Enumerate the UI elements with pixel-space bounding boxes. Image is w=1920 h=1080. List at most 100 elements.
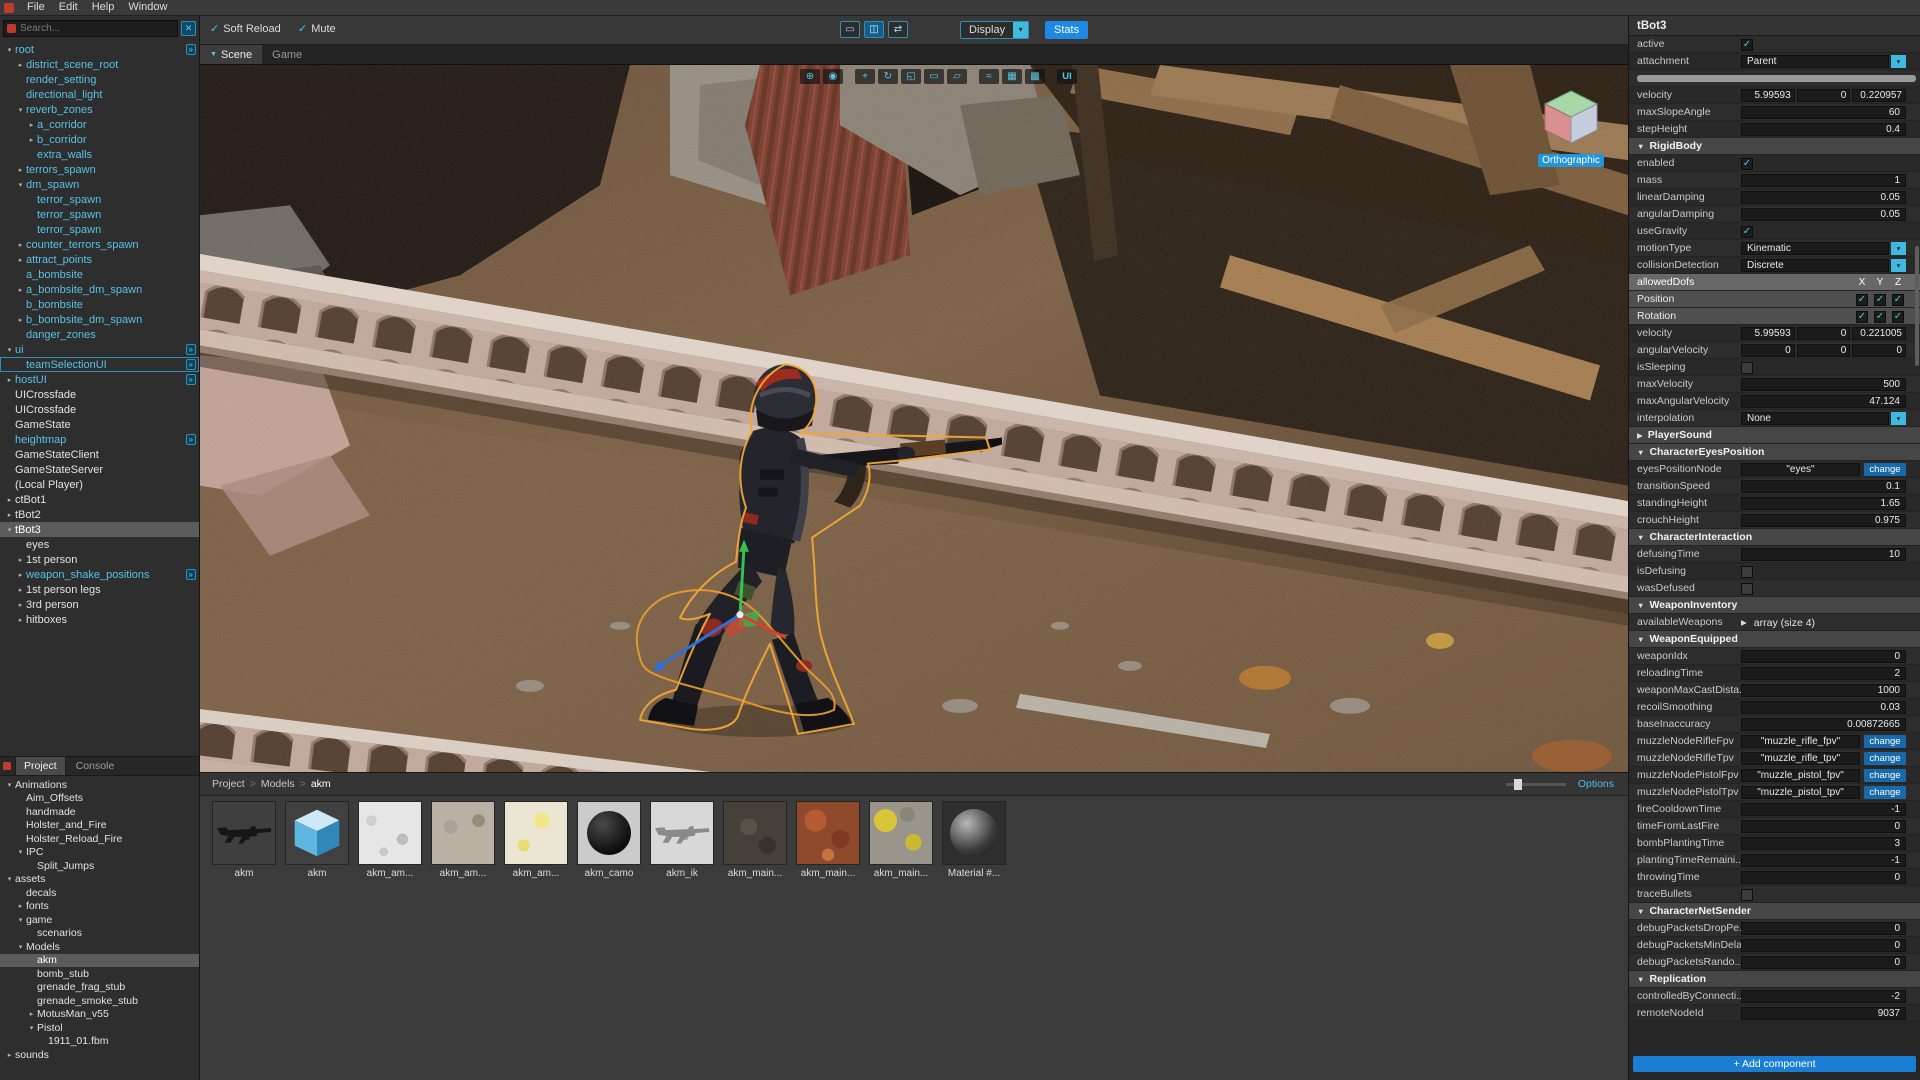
tree-item-teamselectionui[interactable]: teamSelectionUI» <box>0 357 199 372</box>
value-field[interactable]: 0.05 <box>1741 208 1906 221</box>
value-field[interactable]: 0.1 <box>1741 480 1906 493</box>
tree-item-terror-spawn[interactable]: terror_spawn <box>0 207 199 222</box>
marquee-icon[interactable]: ▱ <box>947 69 967 84</box>
breadcrumb-project[interactable]: Project <box>212 778 245 790</box>
tree-arrow-icon[interactable]: ▸ <box>15 241 26 249</box>
value-field[interactable]: 9037 <box>1741 1007 1906 1020</box>
select-value[interactable]: Discrete <box>1741 259 1889 272</box>
tree-arrow-icon[interactable]: ▸ <box>26 121 37 129</box>
value-field-y[interactable]: 0 <box>1797 344 1851 357</box>
grid-icon[interactable]: ▦ <box>1002 69 1022 84</box>
value-field-z[interactable]: 0.220957 <box>1852 89 1906 102</box>
section-header-rigidbody[interactable]: ▼RigidBody <box>1629 138 1920 155</box>
change-button[interactable]: change <box>1864 735 1906 748</box>
value-field[interactable]: 0 <box>1741 871 1906 884</box>
tree-item-tbot2[interactable]: ▸tBot2 <box>0 507 199 522</box>
tree-item-danger-zones[interactable]: danger_zones <box>0 327 199 342</box>
soft-reload-checkbox[interactable]: ✓ Soft Reload <box>210 22 281 35</box>
tree-item-a-bombsite[interactable]: a_bombsite <box>0 267 199 282</box>
value-field[interactable]: 0.05 <box>1741 191 1906 204</box>
value-field-x[interactable]: 5.99593 <box>1741 89 1795 102</box>
expand-badge-icon[interactable]: » <box>186 44 196 55</box>
string-value[interactable]: "muzzle_rifle_fpv" <box>1741 735 1860 748</box>
orientation-gizmo[interactable]: Orthographic <box>1532 87 1610 168</box>
scale-icon[interactable]: ◱ <box>901 69 921 84</box>
tree-item-hostui[interactable]: ▸hostUI» <box>0 372 199 387</box>
dof-checkbox-y[interactable]: ✓ <box>1874 294 1886 306</box>
tree-arrow-icon[interactable]: ▸ <box>15 166 26 174</box>
select-value[interactable]: Parent <box>1741 55 1889 68</box>
layout-split-button[interactable]: ◫ <box>864 21 884 38</box>
value-field[interactable]: 0.00872665 <box>1741 718 1906 731</box>
move-icon[interactable]: + <box>855 69 875 84</box>
value-field[interactable]: 2 <box>1741 667 1906 680</box>
value-field[interactable]: 60 <box>1741 106 1906 119</box>
change-button[interactable]: change <box>1864 752 1906 765</box>
tab-project[interactable]: Project <box>15 756 66 776</box>
tree-arrow-icon[interactable]: ▸ <box>4 1051 15 1059</box>
tree-item-sounds[interactable]: ▸sounds <box>0 1048 199 1062</box>
search-input[interactable]: Search... <box>3 20 178 37</box>
tree-item-terror-spawn[interactable]: terror_spawn <box>0 222 199 237</box>
stats-button[interactable]: Stats <box>1045 21 1088 39</box>
string-value[interactable]: "muzzle_pistol_fpv" <box>1741 769 1860 782</box>
asset-item-akm-am-3[interactable]: akm_am... <box>431 801 495 879</box>
tree-item-decals[interactable]: decals <box>0 886 199 900</box>
expand-badge-icon[interactable]: » <box>186 569 196 580</box>
checkbox-tracebullets[interactable] <box>1741 889 1753 901</box>
value-field-x[interactable]: 5.99593 <box>1741 327 1795 340</box>
tree-item-tbot3[interactable]: ▾tBot3 <box>0 522 199 537</box>
tree-item-gamestateserver[interactable]: GameStateServer <box>0 462 199 477</box>
mute-checkbox[interactable]: ✓ Mute <box>298 22 336 35</box>
tree-arrow-icon[interactable]: ▸ <box>15 286 26 294</box>
value-field-z[interactable]: 0 <box>1852 344 1906 357</box>
tree-item-fonts[interactable]: ▸fonts <box>0 900 199 914</box>
section-header-charactereyesposition[interactable]: ▼CharacterEyesPosition <box>1629 444 1920 461</box>
viewport-3d[interactable]: ⊕◉+↻◱▭▱≈▦▩UI Orthographic <box>200 65 1628 772</box>
tree-arrow-icon[interactable]: ▸ <box>26 136 37 144</box>
projection-mode-label[interactable]: Orthographic <box>1538 154 1604 167</box>
ui-toggle-button[interactable]: UI <box>1057 69 1077 84</box>
camera-icon[interactable]: ◉ <box>823 69 843 84</box>
tree-arrow-icon[interactable]: ▸ <box>15 61 26 69</box>
tree-arrow-icon[interactable]: ▸ <box>26 1010 37 1018</box>
hscrollbar-thumb[interactable] <box>1637 75 1916 82</box>
value-field[interactable]: 0 <box>1741 922 1906 935</box>
tree-arrow-icon[interactable]: ▸ <box>4 496 15 504</box>
value-field[interactable]: -1 <box>1741 803 1906 816</box>
tree-item-akm[interactable]: akm <box>0 954 199 968</box>
tree-item-bomb-stub[interactable]: bomb_stub <box>0 967 199 981</box>
menu-file[interactable]: File <box>20 0 52 15</box>
asset-item-akm-ik-6[interactable]: akm_ik <box>650 801 714 879</box>
tree-arrow-icon[interactable]: ▾ <box>15 181 26 189</box>
dof-checkbox-x[interactable]: ✓ <box>1856 294 1868 306</box>
change-button[interactable]: change <box>1864 786 1906 799</box>
value-field[interactable]: -1 <box>1741 854 1906 867</box>
tree-arrow-icon[interactable]: ▸ <box>15 556 26 564</box>
section-header-weaponinventory[interactable]: ▼WeaponInventory <box>1629 597 1920 614</box>
thumbnail-size-slider[interactable] <box>1506 783 1566 786</box>
tree-arrow-icon[interactable]: ▾ <box>15 106 26 114</box>
tree-item-directional-light[interactable]: directional_light <box>0 87 199 102</box>
checkbox-wasdefused[interactable] <box>1741 583 1753 595</box>
viewport-tab-game[interactable]: Game <box>262 45 312 64</box>
value-field[interactable]: 0 <box>1741 820 1906 833</box>
tree-item-1911-01-fbm[interactable]: 1911_01.fbm <box>0 1035 199 1049</box>
select-value[interactable]: Kinematic <box>1741 242 1889 255</box>
slider-thumb[interactable] <box>1514 779 1522 790</box>
display-dropdown[interactable]: Display ▾ <box>960 21 1029 39</box>
tree-item-1st-person[interactable]: ▸1st person <box>0 552 199 567</box>
value-field[interactable]: 0 <box>1741 650 1906 663</box>
tree-arrow-icon[interactable]: ▾ <box>15 848 26 856</box>
value-field[interactable]: 0 <box>1741 939 1906 952</box>
menu-window[interactable]: Window <box>121 0 174 15</box>
tree-item-grenade-smoke-stub[interactable]: grenade_smoke_stub <box>0 994 199 1008</box>
value-field[interactable]: -2 <box>1741 990 1906 1003</box>
rotate-icon[interactable]: ↻ <box>878 69 898 84</box>
select-value[interactable]: None <box>1741 412 1889 425</box>
dof-checkbox-x[interactable]: ✓ <box>1856 311 1868 323</box>
tree-item-local-player[interactable]: (Local Player) <box>0 477 199 492</box>
tree-arrow-icon[interactable]: ▸ <box>15 616 26 624</box>
tree-item-3rd-person[interactable]: ▸3rd person <box>0 597 199 612</box>
section-header-weaponequipped[interactable]: ▼WeaponEquipped <box>1629 631 1920 648</box>
